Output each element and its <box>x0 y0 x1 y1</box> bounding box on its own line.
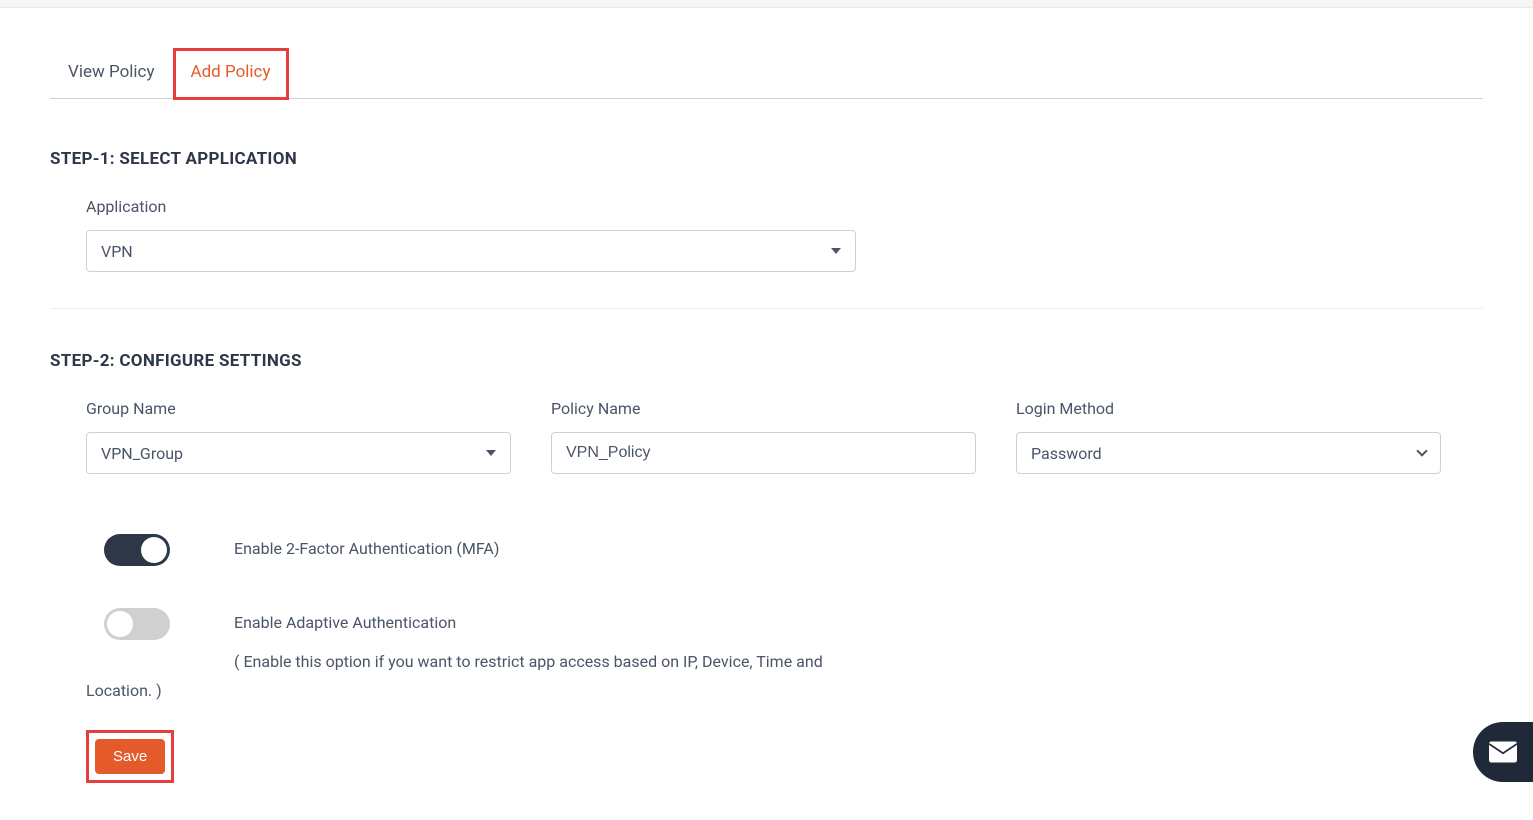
adaptive-toggle-label: Enable Adaptive Authentication <box>234 612 1447 634</box>
policy-name-input[interactable] <box>551 432 976 474</box>
application-select-value: VPN <box>101 242 133 261</box>
caret-down-icon <box>831 248 841 254</box>
tab-view-policy[interactable]: View Policy <box>50 48 173 98</box>
chevron-down-icon <box>1416 445 1427 456</box>
adaptive-toggle[interactable] <box>104 608 170 640</box>
policy-tabs: View Policy Add Policy <box>50 48 1483 99</box>
group-name-value: VPN_Group <box>101 444 183 463</box>
help-bubble-button[interactable] <box>1473 722 1533 782</box>
application-label: Application <box>86 197 1447 216</box>
login-method-select[interactable]: Password <box>1016 432 1441 474</box>
tab-add-policy[interactable]: Add Policy <box>173 48 289 100</box>
policy-name-label: Policy Name <box>551 399 976 418</box>
step2-header: STEP-2: CONFIGURE SETTINGS <box>50 351 1483 371</box>
application-select[interactable]: VPN <box>86 230 856 272</box>
mail-icon <box>1489 741 1517 763</box>
save-highlight: Save <box>86 730 174 783</box>
step1-header: STEP-1: SELECT APPLICATION <box>50 149 1483 169</box>
login-method-label: Login Method <box>1016 399 1441 418</box>
login-method-value: Password <box>1031 444 1102 463</box>
save-button[interactable]: Save <box>95 739 165 774</box>
group-name-label: Group Name <box>86 399 511 418</box>
toggle-knob <box>141 537 167 563</box>
adaptive-description: ( Enable this option if you want to rest… <box>86 648 1447 706</box>
toggle-knob <box>107 611 133 637</box>
group-name-select[interactable]: VPN_Group <box>86 432 511 474</box>
mfa-toggle[interactable] <box>104 534 170 566</box>
top-divider <box>0 0 1533 8</box>
mfa-toggle-label: Enable 2-Factor Authentication (MFA) <box>234 538 1447 560</box>
caret-down-icon <box>486 450 496 456</box>
